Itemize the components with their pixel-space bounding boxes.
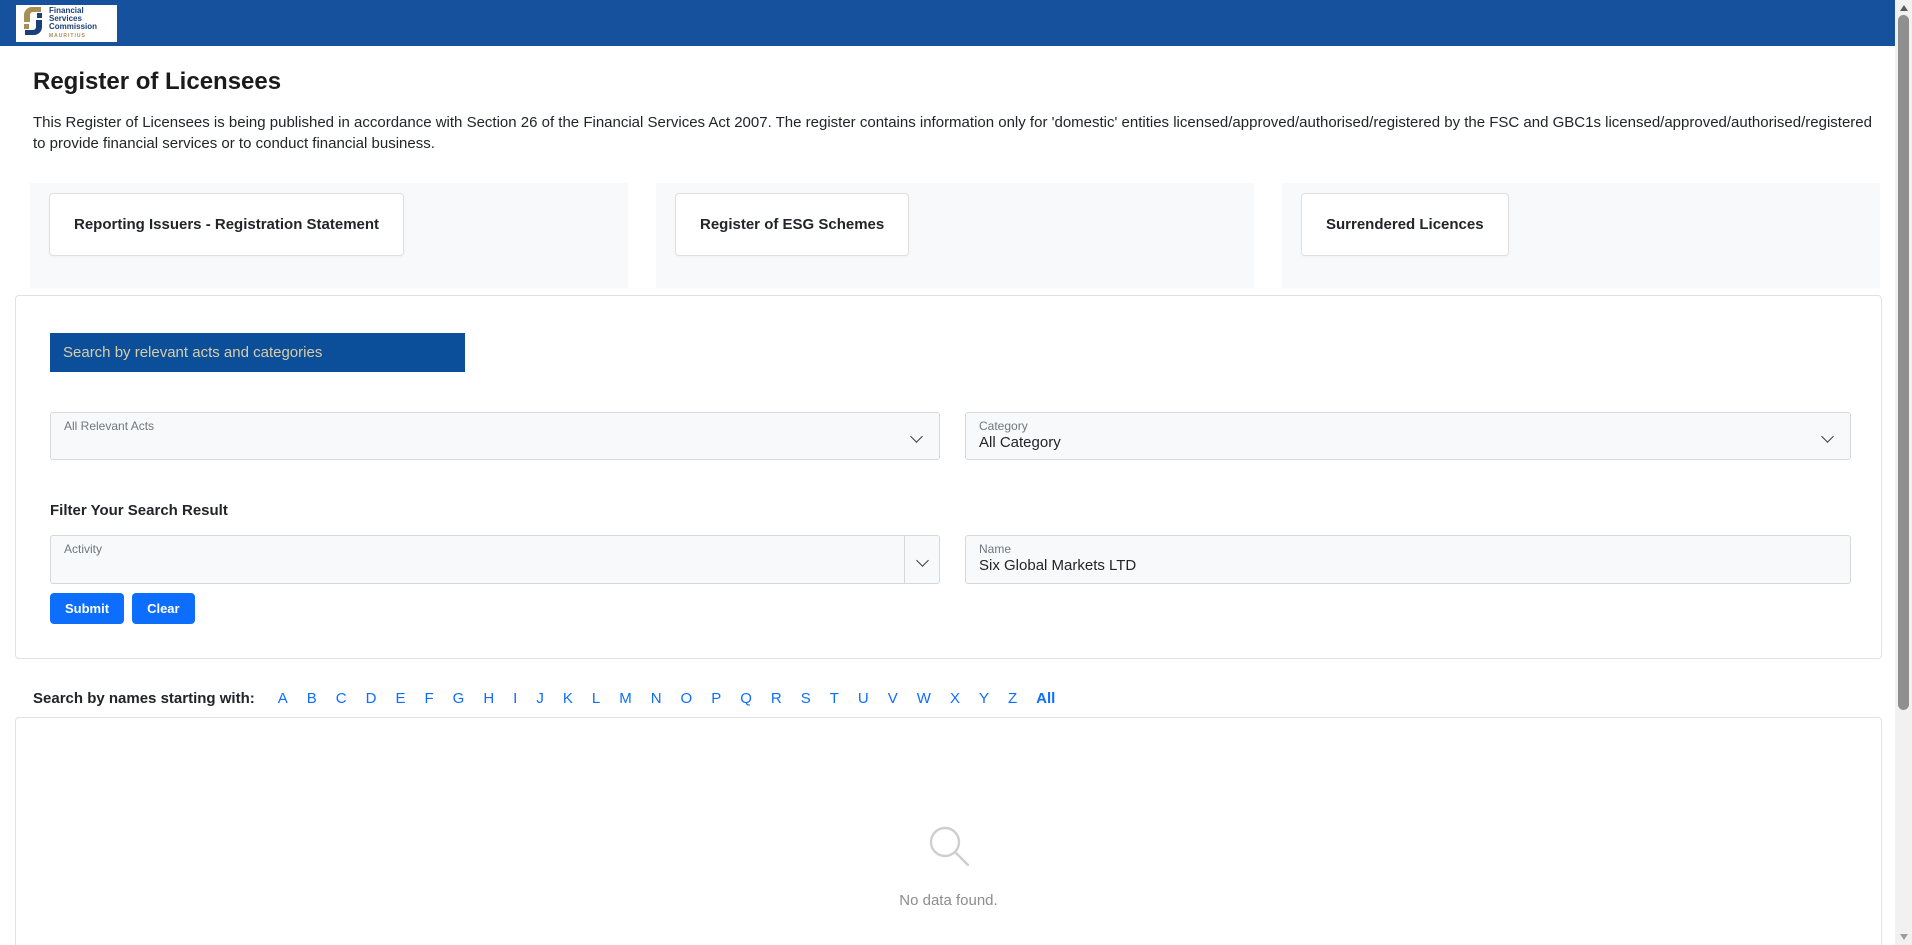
letter-link-q[interactable]: Q bbox=[740, 690, 752, 707]
letter-link-j[interactable]: J bbox=[536, 690, 544, 707]
letter-link-w[interactable]: W bbox=[917, 690, 931, 707]
letter-link-x[interactable]: X bbox=[950, 690, 960, 707]
letter-link-n[interactable]: N bbox=[651, 690, 662, 707]
letter-link-k[interactable]: K bbox=[563, 690, 573, 707]
activity-value bbox=[51, 556, 939, 557]
letter-link-v[interactable]: V bbox=[888, 690, 898, 707]
select-divider bbox=[904, 536, 905, 583]
alphabet-label: Search by names starting with: bbox=[33, 690, 255, 707]
page-title: Register of Licensees bbox=[33, 68, 282, 95]
letter-link-m[interactable]: M bbox=[619, 690, 632, 707]
page-description: This Register of Licensees is being publ… bbox=[33, 114, 1872, 152]
relevant-acts-select[interactable]: All Relevant Acts bbox=[50, 412, 940, 460]
scrollbar-up-arrow[interactable] bbox=[1895, 0, 1912, 16]
letter-link-i[interactable]: I bbox=[513, 690, 517, 707]
quick-link-column: Reporting Issuers - Registration Stateme… bbox=[30, 183, 628, 288]
letter-link-y[interactable]: Y bbox=[979, 690, 989, 707]
letter-link-l[interactable]: L bbox=[592, 690, 600, 707]
category-label: Category bbox=[979, 419, 1028, 433]
letter-link-u[interactable]: U bbox=[858, 690, 869, 707]
category-value: All Category bbox=[979, 434, 1061, 451]
search-panel: Search by relevant acts and categories A… bbox=[15, 295, 1882, 659]
relevant-acts-label: All Relevant Acts bbox=[64, 419, 155, 433]
results-panel: No data found. bbox=[15, 717, 1882, 945]
alphabet-letters: A B C D E F G H I J K L M N O P Q R S T U V W X Y Z bbox=[278, 690, 1017, 707]
letter-link-a[interactable]: A bbox=[278, 690, 288, 707]
quick-link-column: Register of ESG Schemes bbox=[656, 183, 1254, 288]
logo-line-3: Commission bbox=[49, 22, 98, 31]
letter-link-s[interactable]: S bbox=[801, 690, 811, 707]
letter-link-e[interactable]: E bbox=[395, 690, 405, 707]
activity-label: Activity bbox=[64, 542, 103, 556]
letter-link-all[interactable]: All bbox=[1036, 690, 1055, 707]
letter-link-z[interactable]: Z bbox=[1008, 690, 1017, 707]
fsc-logo[interactable]: Financial Services Commission MAURITIUS bbox=[16, 5, 117, 42]
vertical-scrollbar[interactable] bbox=[1895, 0, 1912, 945]
clear-button[interactable]: Clear bbox=[132, 593, 195, 624]
reporting-issuers-card[interactable]: Reporting Issuers - Registration Stateme… bbox=[49, 193, 405, 256]
category-select[interactable]: Category All Category bbox=[965, 412, 1851, 460]
fsc-logo-icon bbox=[20, 5, 46, 42]
logo-country: MAURITIUS bbox=[49, 33, 86, 39]
top-navbar: Financial Services Commission MAURITIUS bbox=[0, 0, 1895, 46]
scrollbar-thumb[interactable] bbox=[1898, 15, 1909, 710]
name-label: Name bbox=[979, 542, 1012, 556]
quick-links-row: Reporting Issuers - Registration Stateme… bbox=[30, 183, 1880, 288]
letter-link-p[interactable]: P bbox=[711, 690, 721, 707]
letter-link-c[interactable]: C bbox=[336, 690, 347, 707]
submit-button[interactable]: Submit bbox=[50, 593, 125, 624]
quick-link-column: Surrendered Licences bbox=[1282, 183, 1880, 288]
esg-schemes-card[interactable]: Register of ESG Schemes bbox=[675, 193, 910, 256]
filter-heading: Filter Your Search Result bbox=[50, 502, 228, 519]
form-buttons: Submit Clear bbox=[50, 593, 195, 624]
scrollbar-down-arrow[interactable] bbox=[1895, 929, 1912, 945]
arrow-down-icon bbox=[1899, 934, 1908, 940]
relevant-acts-value bbox=[51, 433, 939, 434]
letter-link-f[interactable]: F bbox=[424, 690, 433, 707]
name-field[interactable]: Name Six Global Markets LTD bbox=[965, 535, 1851, 584]
arrow-up-icon bbox=[1899, 5, 1908, 11]
no-data-message: No data found. bbox=[899, 892, 998, 909]
letter-link-t[interactable]: T bbox=[830, 690, 839, 707]
fsc-logo-text: Financial Services Commission MAURITIUS bbox=[49, 7, 97, 40]
search-icon bbox=[926, 823, 972, 874]
surrendered-licences-card[interactable]: Surrendered Licences bbox=[1301, 193, 1509, 256]
alphabet-search-row: Search by names starting with: A B C D E F G H I… bbox=[33, 690, 1055, 707]
letter-link-o[interactable]: O bbox=[681, 690, 693, 707]
tab-search-by-acts[interactable]: Search by relevant acts and categories bbox=[50, 333, 465, 372]
letter-link-g[interactable]: G bbox=[453, 690, 465, 707]
activity-select[interactable]: Activity bbox=[50, 535, 940, 584]
name-value: Six Global Markets LTD bbox=[979, 557, 1137, 574]
letter-link-d[interactable]: D bbox=[366, 690, 377, 707]
letter-link-b[interactable]: B bbox=[307, 690, 317, 707]
letter-link-h[interactable]: H bbox=[483, 690, 494, 707]
letter-link-r[interactable]: R bbox=[771, 690, 782, 707]
